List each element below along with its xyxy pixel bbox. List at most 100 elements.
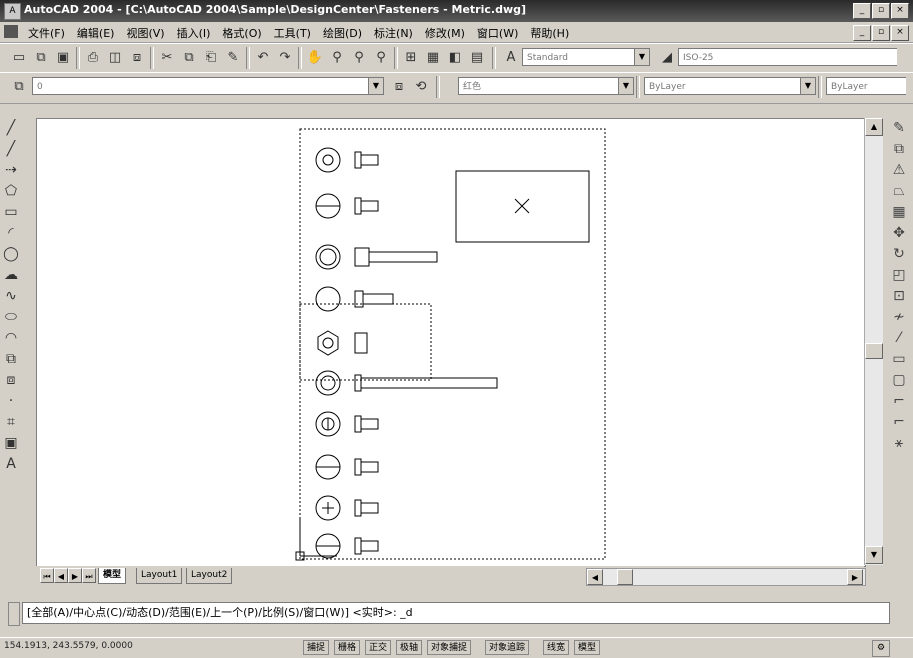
doc-minimize-button[interactable]: _ — [853, 25, 871, 41]
menu-insert[interactable]: 插入(I) — [171, 22, 217, 41]
menu-modify[interactable]: 修改(M) — [419, 22, 471, 41]
scale-icon[interactable]: ◰ — [885, 265, 913, 286]
extend-icon[interactable]: ⁄ — [885, 328, 913, 349]
first-tab-icon[interactable]: ⏮ — [40, 568, 54, 583]
scroll-left-icon[interactable]: ◀ — [587, 569, 603, 585]
document-icon[interactable] — [4, 25, 18, 38]
menu-tools[interactable]: 工具(T) — [268, 22, 317, 41]
markup-icon[interactable]: ▤ — [466, 47, 488, 69]
close-button[interactable]: × — [891, 3, 909, 19]
line-icon[interactable]: ╱ — [0, 118, 22, 139]
ortho-toggle[interactable]: 正交 — [365, 640, 392, 655]
copy-icon[interactable]: ⧉ — [885, 139, 913, 160]
save-icon[interactable]: ▣ — [52, 47, 74, 69]
mtext-icon[interactable]: A — [0, 454, 22, 475]
next-tab-icon[interactable]: ▶ — [68, 568, 82, 583]
array-icon[interactable]: ▦ — [885, 202, 913, 223]
region-icon[interactable]: ▣ — [0, 433, 22, 454]
otrack-toggle[interactable]: 对象追踪 — [485, 640, 530, 655]
lineweight-toggle[interactable]: 线宽 — [543, 640, 570, 655]
undo-icon[interactable]: ↶ — [252, 47, 274, 69]
circle-icon[interactable]: ◯ — [0, 244, 22, 265]
command-line-input[interactable]: [全部(A)/中心点(C)/动态(D)/范围(E)/上一个(P)/比例(S)/窗… — [22, 602, 890, 624]
xline-icon[interactable]: ╱ — [0, 139, 22, 160]
spline-icon[interactable]: ∿ — [0, 286, 22, 307]
cut-icon[interactable]: ✂ — [156, 47, 178, 69]
print-icon[interactable]: ⎙ — [82, 47, 104, 69]
redo-icon[interactable]: ↷ — [274, 47, 296, 69]
ellipse-icon[interactable]: ⬭ — [0, 307, 22, 328]
tool-palettes-icon[interactable]: ◧ — [444, 47, 466, 69]
revcloud-icon[interactable]: ☁ — [0, 265, 22, 286]
rectangle-icon[interactable]: ▭ — [0, 202, 22, 223]
chamfer-icon[interactable]: ⌐ — [885, 391, 913, 412]
chevron-down-icon[interactable]: ▼ — [634, 48, 650, 66]
make-current-layer-icon[interactable]: ⧈ — [388, 76, 410, 98]
polygon-icon[interactable]: ⬠ — [0, 181, 22, 202]
doc-restore-button[interactable]: ▫ — [872, 25, 890, 41]
zoom-realtime-icon[interactable]: ⚲ — [326, 47, 348, 69]
layer-select[interactable]: 0 — [32, 77, 368, 95]
scroll-right-icon[interactable]: ▶ — [847, 569, 863, 585]
dim-style-icon[interactable]: ◢ — [656, 47, 678, 69]
pline-icon[interactable]: ⇢ — [0, 160, 22, 181]
properties-icon[interactable]: ⊞ — [400, 47, 422, 69]
menu-dimension[interactable]: 标注(N) — [368, 22, 419, 41]
match-properties-icon[interactable]: ✎ — [222, 47, 244, 69]
dim-style-select[interactable]: ISO-25 — [678, 48, 897, 66]
menu-edit[interactable]: 编辑(E) — [71, 22, 121, 41]
trim-icon[interactable]: ≁ — [885, 307, 913, 328]
text-style-select[interactable]: Standard — [522, 48, 634, 66]
title-bar[interactable]: A AutoCAD 2004 - [C:\AutoCAD 2004\Sample… — [0, 0, 913, 22]
tray-settings-icon[interactable]: ⚙ — [872, 640, 890, 657]
mirror-icon[interactable]: ⚠ — [885, 160, 913, 181]
offset-icon[interactable]: ⏢ — [885, 181, 913, 202]
hscroll-thumb[interactable] — [617, 569, 633, 585]
insert-block-icon[interactable]: ⧉ — [0, 349, 22, 370]
menu-file[interactable]: 文件(F) — [22, 22, 71, 41]
prev-tab-icon[interactable]: ◀ — [54, 568, 68, 583]
menu-window[interactable]: 窗口(W) — [471, 22, 524, 41]
polar-toggle[interactable]: 极轴 — [396, 640, 423, 655]
scroll-thumb[interactable] — [865, 343, 883, 359]
layer-previous-icon[interactable]: ⟲ — [410, 76, 432, 98]
plot-preview-icon[interactable]: ◫ — [104, 47, 126, 69]
model-toggle[interactable]: 模型 — [574, 640, 601, 655]
point-icon[interactable]: · — [0, 391, 22, 412]
scroll-up-icon[interactable]: ▲ — [865, 118, 883, 136]
chevron-down-icon[interactable]: ▼ — [618, 77, 634, 95]
pan-icon[interactable]: ✋ — [304, 47, 326, 69]
chevron-down-icon[interactable]: ▼ — [368, 77, 384, 95]
break-icon[interactable]: ▢ — [885, 370, 913, 391]
rotate-icon[interactable]: ↻ — [885, 244, 913, 265]
publish-icon[interactable]: ⧈ — [126, 47, 148, 69]
linetype-select[interactable]: ByLayer — [644, 77, 800, 95]
scroll-down-icon[interactable]: ▼ — [865, 546, 883, 564]
open-icon[interactable]: ⧉ — [30, 47, 52, 69]
restore-button[interactable]: ▫ — [872, 3, 890, 19]
design-center-icon[interactable]: ▦ — [422, 47, 444, 69]
drawing-canvas[interactable] — [37, 119, 865, 566]
menu-view[interactable]: 视图(V) — [120, 22, 170, 41]
new-icon[interactable]: ▭ — [8, 47, 30, 69]
tab-model[interactable]: 模型 — [98, 568, 127, 584]
tab-layout2[interactable]: Layout2 — [186, 568, 233, 584]
command-grip[interactable] — [8, 602, 20, 626]
paste-icon[interactable]: ⎗ — [200, 47, 222, 69]
lineweight-select[interactable]: ByLayer — [826, 77, 906, 95]
autocad-app-icon[interactable]: A — [4, 3, 21, 20]
menu-draw[interactable]: 绘图(D) — [317, 22, 368, 41]
menu-format[interactable]: 格式(O) — [216, 22, 267, 41]
stretch-icon[interactable]: ⊡ — [885, 286, 913, 307]
move-icon[interactable]: ✥ — [885, 223, 913, 244]
zoom-previous-icon[interactable]: ⚲ — [370, 47, 392, 69]
color-select[interactable]: 红色 — [458, 77, 618, 95]
chevron-down-icon[interactable]: ▼ — [800, 77, 816, 95]
text-style-icon[interactable]: A — [500, 47, 522, 69]
explode-icon[interactable]: ⚹ — [885, 433, 913, 454]
zoom-window-icon[interactable]: ⚲ — [348, 47, 370, 69]
grid-toggle[interactable]: 栅格 — [334, 640, 361, 655]
osnap-toggle[interactable]: 对象捕捉 — [427, 640, 472, 655]
erase-icon[interactable]: ✎ — [885, 118, 913, 139]
vertical-scrollbar[interactable]: ▲ ▼ — [864, 118, 883, 565]
